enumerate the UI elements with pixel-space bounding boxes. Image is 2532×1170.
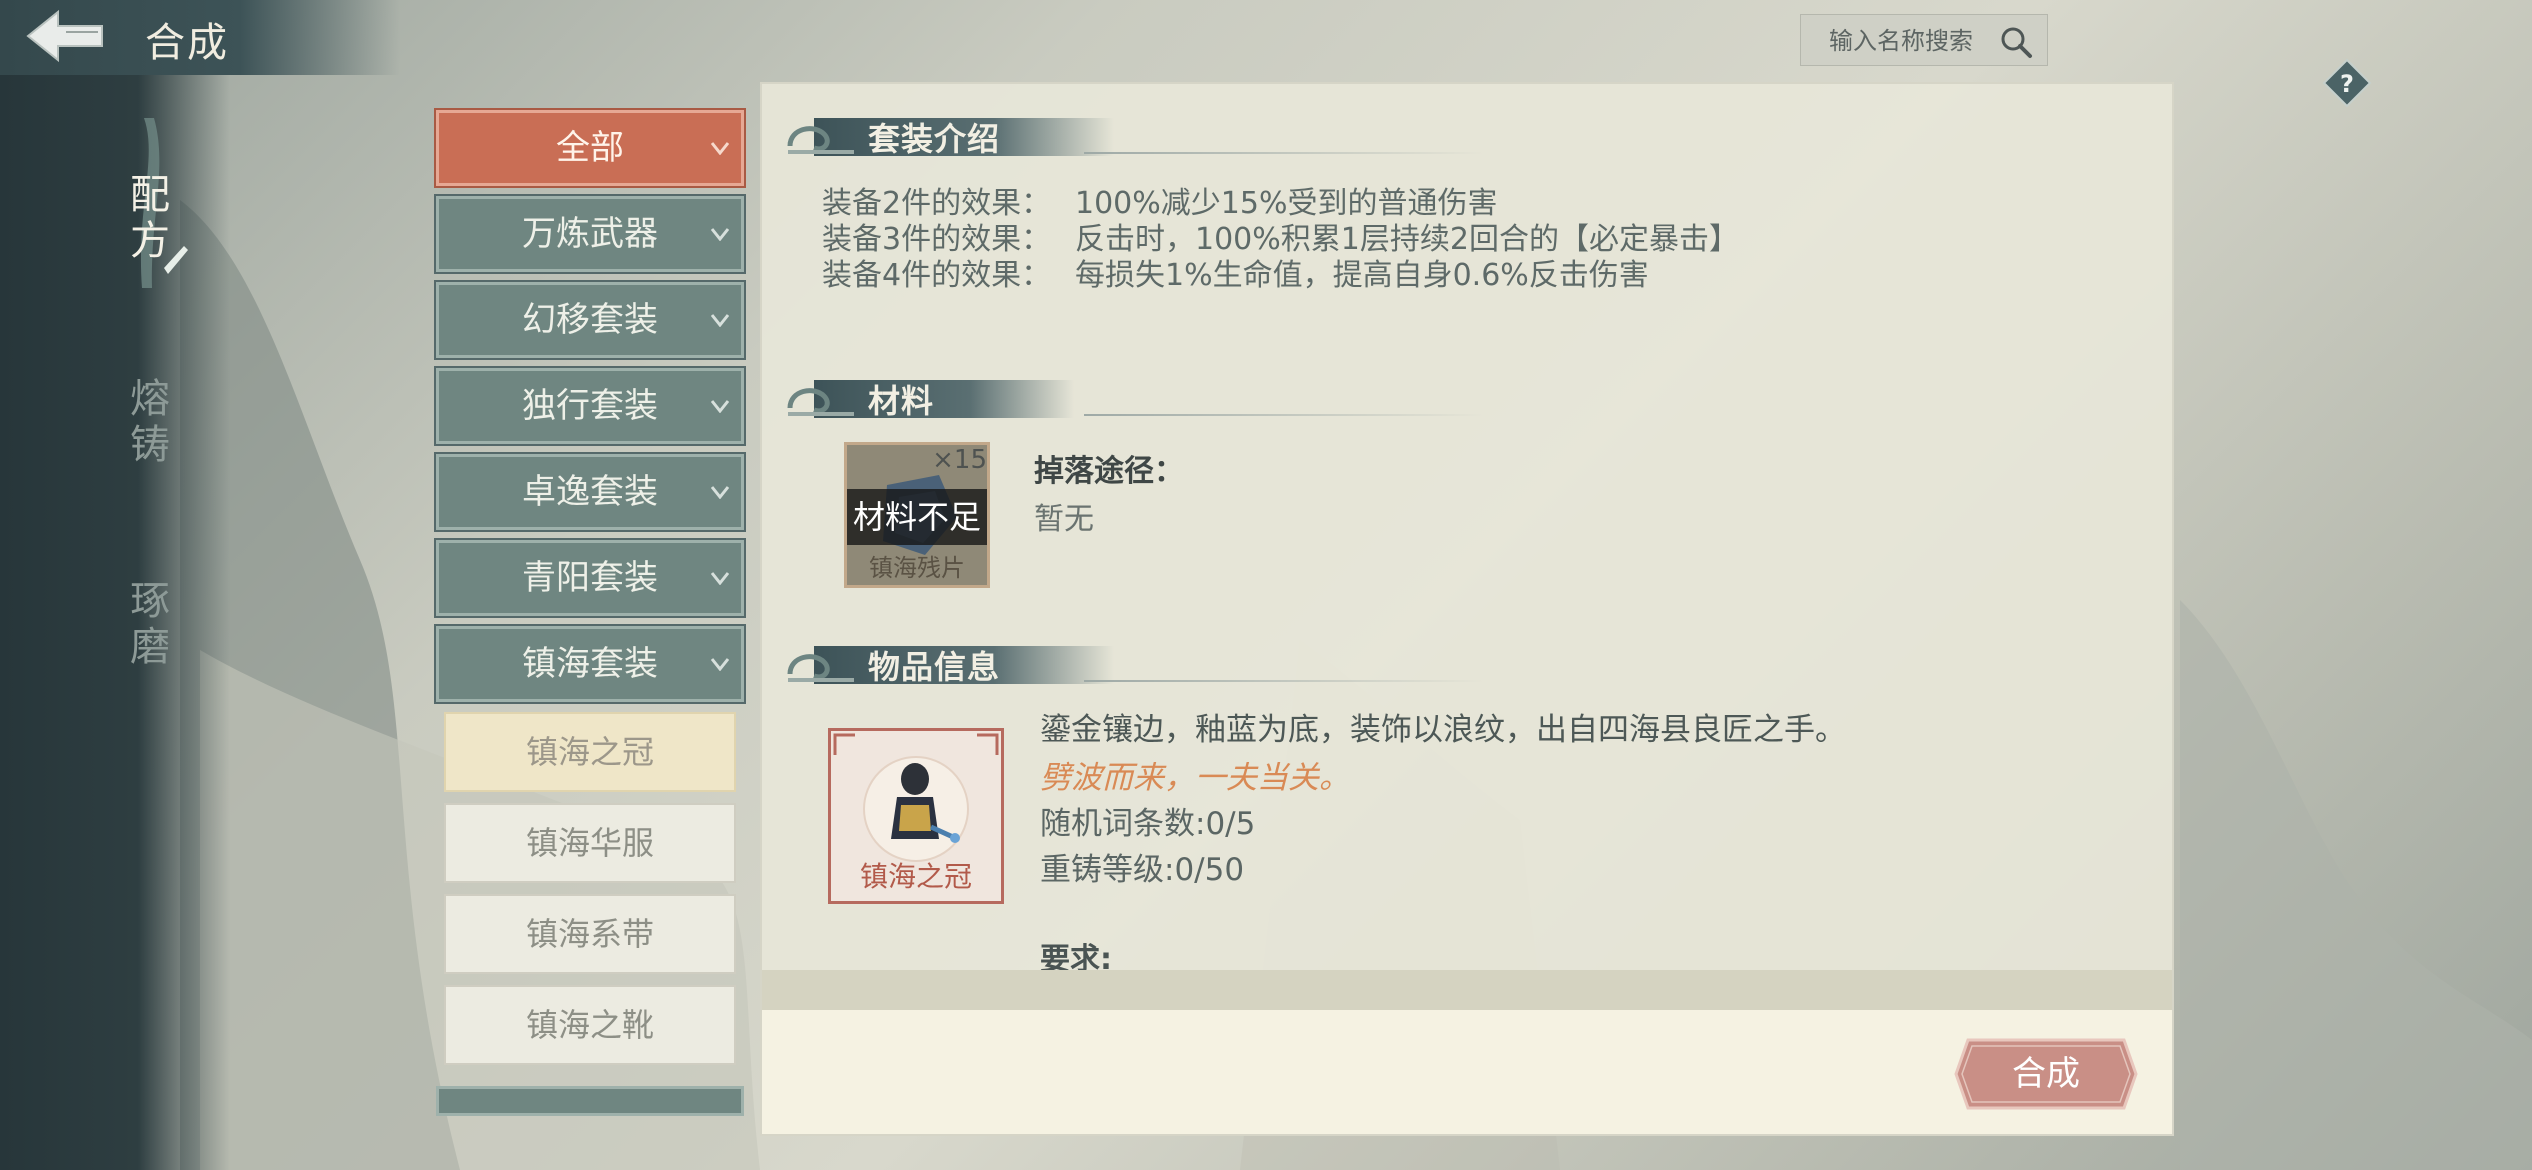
reforge-level: 重铸等级:0/50: [1040, 852, 1245, 888]
page-title: 合成: [145, 20, 229, 66]
section-title: 套装介绍: [868, 120, 1001, 158]
section-title: 物品信息: [868, 648, 1001, 686]
chevron-down-icon: [711, 142, 729, 155]
chevron-down-icon: [711, 572, 729, 585]
tab-recipe[interactable]: 配方: [120, 172, 180, 264]
tab-smelt[interactable]: 熔铸: [120, 376, 180, 468]
item-card[interactable]: 镇海之冠: [828, 728, 1004, 904]
section-title: 材料: [868, 382, 935, 420]
material-count: ×15: [932, 445, 987, 475]
set-effect-4: 装备4件的效果： 每损失1%生命值，提高自身0.6%反击伤害: [822, 258, 1649, 293]
chevron-down-icon: [711, 400, 729, 413]
category-zhuoyi-set[interactable]: 卓逸套装: [434, 452, 746, 532]
search-icon[interactable]: [1999, 25, 2033, 59]
search-bar: [1800, 14, 2048, 67]
svg-text:?: ?: [2340, 70, 2354, 98]
drop-source-value: 暂无: [1034, 502, 1094, 537]
category-qingyang-set[interactable]: 青阳套装: [434, 538, 746, 618]
section-header-item-info: 物品信息: [784, 640, 1484, 688]
craft-button[interactable]: 合成: [1954, 1038, 2138, 1110]
category-weapons[interactable]: 万炼武器: [434, 194, 746, 274]
drop-source-label: 掉落途径：: [1034, 454, 1184, 489]
recipe-item-belt[interactable]: 镇海系带: [444, 894, 736, 974]
section-header-materials: 材料: [784, 374, 1484, 422]
top-bar: 合成: [0, 0, 400, 75]
tab-polish[interactable]: 琢磨: [120, 578, 180, 670]
craft-button-label: 合成: [2012, 1054, 2080, 1094]
item-card-name: 镇海之冠: [859, 860, 972, 893]
item-description: 鎏金镶边，釉蓝为底，装饰以浪纹，出自四海县良匠之手。: [1040, 712, 1846, 748]
help-icon[interactable]: ?: [2322, 58, 2372, 108]
back-button[interactable]: [18, 6, 108, 66]
chevron-down-icon: [711, 486, 729, 499]
section-header-set-intro: 套装介绍: [784, 112, 1484, 160]
material-name: 镇海残片: [869, 554, 965, 582]
search-input[interactable]: [1811, 15, 2011, 67]
back-arrow-icon: [26, 9, 103, 63]
left-rail: [0, 0, 230, 1170]
chevron-down-icon: [711, 658, 729, 671]
chevron-down-icon: [711, 228, 729, 241]
recipe-item-robe[interactable]: 镇海华服: [444, 803, 736, 883]
category-zhenhai-set[interactable]: 镇海套装: [434, 624, 746, 704]
detail-panel: 套装介绍 装备2件的效果： 100%减少15%受到的普通伤害 装备3件的效果： 反击…: [760, 82, 2174, 1136]
random-affix-count: 随机词条数:0/5: [1040, 806, 1256, 842]
cloud-swirl-icon: [787, 126, 854, 154]
material-slot[interactable]: ×15 材料不足 镇海残片: [844, 442, 990, 588]
cloud-swirl-icon: [787, 388, 854, 416]
cloud-swirl-icon: [787, 654, 854, 682]
insufficient-overlay: 材料不足: [847, 489, 987, 545]
recipe-item-boots[interactable]: 镇海之靴: [444, 985, 736, 1065]
category-duxing-set[interactable]: 独行套装: [434, 366, 746, 446]
chevron-down-icon: [711, 314, 729, 327]
category-huanyi-set[interactable]: 幻移套装: [434, 280, 746, 360]
recipe-item-crown[interactable]: 镇海之冠: [444, 712, 736, 792]
item-flavor-text: 劈波而来，一夫当关。: [1040, 760, 1350, 796]
category-all[interactable]: 全部: [434, 108, 746, 188]
scroll-fade: [762, 970, 2172, 1010]
category-next-partial[interactable]: [436, 1086, 744, 1116]
